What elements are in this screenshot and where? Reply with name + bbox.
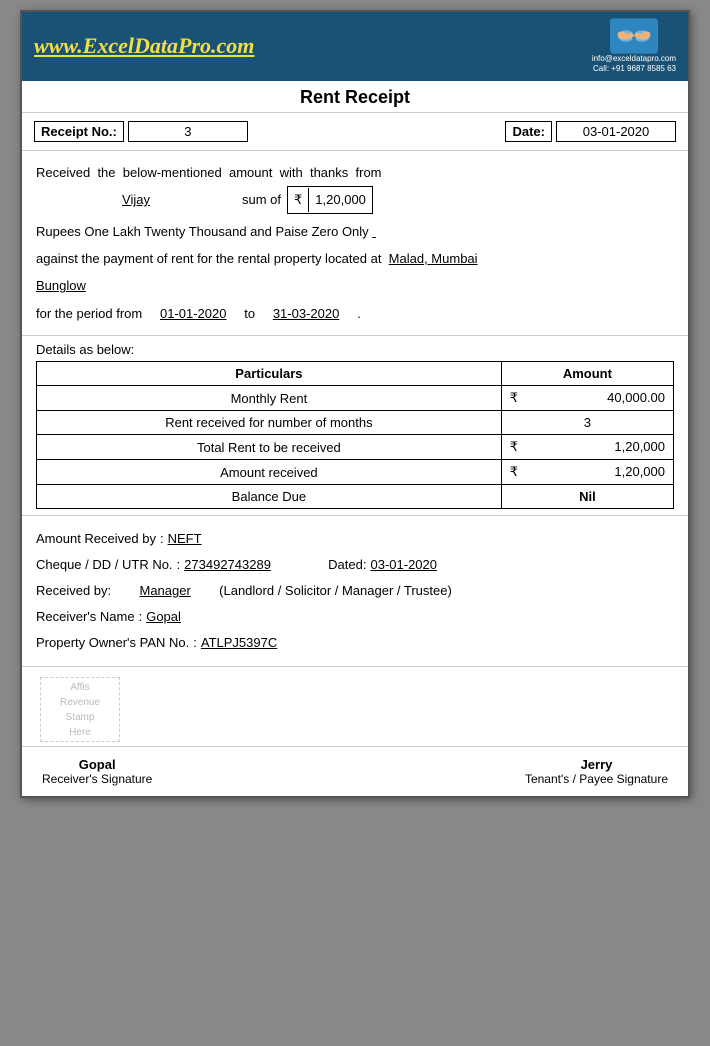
period-from: 01-01-2020 <box>148 302 238 325</box>
tenant-amount-line: Vijay sum of ₹ 1,20,000 <box>36 186 674 213</box>
tenant-sig-label: Tenant's / Payee Signature <box>525 772 668 786</box>
sum-of-label: sum of <box>242 188 281 211</box>
rupees-text: Rupees One Lakh Twenty Thousand and Pais… <box>36 224 369 239</box>
receipt-title: Rent Receipt <box>300 87 410 107</box>
tenant-name: Vijay <box>36 188 236 211</box>
receipt-no-group: Receipt No.: 3 <box>34 121 248 142</box>
cheque-label: Cheque / DD / UTR No. <box>36 552 173 578</box>
receiver-name-row: Receiver's Name : Gopal <box>36 604 674 630</box>
details-table: Particulars Amount Monthly Rent₹40,000.0… <box>36 361 674 509</box>
website-link[interactable]: www.ExcelDataPro.com <box>34 33 254 59</box>
particular-cell: Rent received for number of months <box>37 411 502 435</box>
the-word: the <box>97 165 115 180</box>
table-row: Monthly Rent₹40,000.00 <box>37 386 674 411</box>
col-amount: Amount <box>501 362 673 386</box>
receipt-no-value: 3 <box>128 121 248 142</box>
received-by-row: Amount Received by : NEFT <box>36 526 674 552</box>
table-row: Balance DueNil <box>37 485 674 509</box>
amount-cell: Nil <box>501 485 673 509</box>
receiver-name-value: Gopal <box>146 604 206 630</box>
amount-cell: ₹40,000.00 <box>501 386 673 411</box>
recv-by-value: Manager <box>115 578 215 604</box>
date-group: Date: 03-01-2020 <box>505 121 676 142</box>
tenant-sig-name: Jerry <box>525 757 668 772</box>
property-type: Bunglow <box>36 274 436 297</box>
pan-value: ATLPJ5397C <box>201 630 321 656</box>
logo-area: info@exceldatapro.com Call: +91 9687 858… <box>592 18 676 75</box>
received-word: Received <box>36 165 90 180</box>
received-line: Received the below-mentioned amount with… <box>36 161 674 184</box>
period-to: 31-03-2020 <box>261 302 351 325</box>
table-header-row: Particulars Amount <box>37 362 674 386</box>
cheque-colon: : <box>177 552 181 578</box>
receipt-meta-row: Receipt No.: 3 Date: 03-01-2020 <box>22 113 688 151</box>
particular-cell: Monthly Rent <box>37 386 502 411</box>
amount-cell: ₹1,20,000 <box>501 435 673 460</box>
received-by-label: Amount Received by <box>36 526 156 552</box>
revenue-stamp-box: Affis Revenue Stamp Here <box>40 677 120 742</box>
dated-value: 03-01-2020 <box>370 552 460 578</box>
receipt-document: www.ExcelDataPro.com info@exceldatapro.c… <box>20 10 690 798</box>
receiver-sig-name: Gopal <box>42 757 152 772</box>
received-by-colon: : <box>160 526 164 552</box>
rupees-text-line: Rupees One Lakh Twenty Thousand and Pais… <box>36 220 674 243</box>
receiver-sig-label: Receiver's Signature <box>42 772 152 786</box>
payment-section: Amount Received by : NEFT Cheque / DD / … <box>22 516 688 667</box>
particular-cell: Amount received <box>37 460 502 485</box>
details-section: Details as below: Particulars Amount Mon… <box>22 336 688 516</box>
amount-word: amount <box>229 165 272 180</box>
with-word: with <box>280 165 303 180</box>
pan-label: Property Owner's PAN No. <box>36 630 189 656</box>
contact-info: info@exceldatapro.com Call: +91 9687 858… <box>592 54 676 75</box>
receiver-name-colon: : <box>139 604 143 630</box>
rupee-symbol: ₹ <box>294 188 309 211</box>
below-mentioned-word: below-mentioned <box>123 165 222 180</box>
period-dot: . <box>357 302 361 325</box>
period-prefix: for the period from <box>36 302 142 325</box>
pan-colon: : <box>193 630 197 656</box>
table-row: Total Rent to be received₹1,20,000 <box>37 435 674 460</box>
received-by-value: NEFT <box>168 526 248 552</box>
amount-value: 1,20,000 <box>315 188 366 211</box>
particular-cell: Total Rent to be received <box>37 435 502 460</box>
handshake-icon <box>610 18 658 54</box>
receipt-no-label: Receipt No.: <box>34 121 124 142</box>
recv-by-label: Received by: <box>36 578 111 604</box>
thanks-word: thanks <box>310 165 348 180</box>
dated-label: Dated: <box>328 552 366 578</box>
from-word: from <box>356 165 382 180</box>
period-line: for the period from 01-01-2020 to 31-03-… <box>36 302 674 325</box>
col-particulars: Particulars <box>37 362 502 386</box>
against-line: against the payment of rent for the rent… <box>36 247 674 270</box>
details-label: Details as below: <box>36 342 674 357</box>
body-section: Received the below-mentioned amount with… <box>22 151 688 336</box>
signature-section: Gopal Receiver's Signature Jerry Tenant'… <box>22 747 688 796</box>
receiver-name-label: Receiver's Name <box>36 604 135 630</box>
against-text: against the payment of rent for the rent… <box>36 251 381 266</box>
amount-cell: ₹1,20,000 <box>501 460 673 485</box>
tenant-sig-block: Jerry Tenant's / Payee Signature <box>525 757 668 786</box>
location: Malad, Mumbai <box>389 247 509 270</box>
recv-by-row: Received by: Manager (Landlord / Solicit… <box>36 578 674 604</box>
period-to-label: to <box>244 302 255 325</box>
receiver-sig-block: Gopal Receiver's Signature <box>42 757 152 786</box>
cheque-row: Cheque / DD / UTR No. : 273492743289 Dat… <box>36 552 674 578</box>
recv-by-roles: (Landlord / Solicitor / Manager / Truste… <box>219 578 452 604</box>
header-top: www.ExcelDataPro.com info@exceldatapro.c… <box>22 12 688 81</box>
stamp-section: Affis Revenue Stamp Here <box>22 667 688 747</box>
pan-row: Property Owner's PAN No. : ATLPJ5397C <box>36 630 674 656</box>
table-row: Rent received for number of months3 <box>37 411 674 435</box>
property-type-line: Bunglow <box>36 274 674 297</box>
amount-box: ₹ 1,20,000 <box>287 186 373 213</box>
header-bottom: Rent Receipt <box>22 81 688 113</box>
particular-cell: Balance Due <box>37 485 502 509</box>
cheque-value: 273492743289 <box>184 552 294 578</box>
date-label: Date: <box>505 121 552 142</box>
amount-cell: 3 <box>501 411 673 435</box>
table-row: Amount received₹1,20,000 <box>37 460 674 485</box>
date-value: 03-01-2020 <box>556 121 676 142</box>
